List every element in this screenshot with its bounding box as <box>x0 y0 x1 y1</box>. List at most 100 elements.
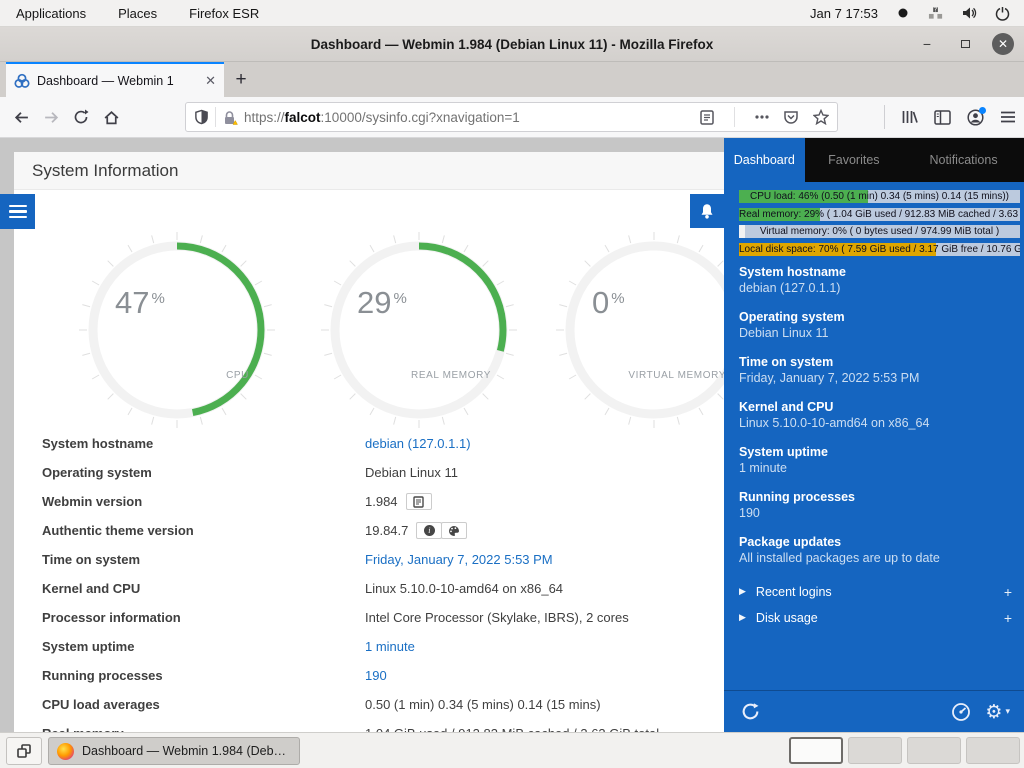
workspace-3[interactable] <box>907 737 961 764</box>
meter-text: Virtual memory: 0% ( 0 bytes used / 974.… <box>739 225 1020 238</box>
sidebar-section-value: Debian Linux 11 <box>739 325 1014 342</box>
row-value-text: Intel Core Processor (Skylake, IBRS), 2 … <box>365 610 629 625</box>
row-value-link[interactable]: debian (127.0.1.1) <box>365 436 471 451</box>
webmin-menu-toggle-button[interactable] <box>0 194 35 229</box>
release-notes-button[interactable] <box>406 493 432 510</box>
taskbar-window-button[interactable]: Dashboard — Webmin 1.984 (Deb… <box>48 737 300 765</box>
palette-button[interactable] <box>441 522 467 539</box>
insecure-lock-icon[interactable] <box>222 110 238 125</box>
app-menu-icon[interactable] <box>1000 111 1016 123</box>
expand-plus-icon[interactable]: + <box>1004 584 1012 600</box>
power-icon[interactable] <box>994 5 1010 21</box>
workspace-4[interactable] <box>966 737 1020 764</box>
sidebar-section: Time on systemFriday, January 7, 2022 5:… <box>739 354 1014 387</box>
sidebar-tab-favorites[interactable]: Favorites <box>805 138 904 182</box>
gauge-cpu: 47%CPU <box>77 230 277 430</box>
show-desktop-button[interactable] <box>6 737 42 765</box>
row-label: Processor information <box>42 610 181 625</box>
sidebar-section-value: Linux 5.10.0-10-amd64 on x86_64 <box>739 415 1014 432</box>
workspace-2[interactable] <box>848 737 902 764</box>
firefox-tab-bar: Dashboard — Webmin 1 ✕ + <box>0 62 1024 97</box>
row-value-text: Friday, January 7, 2022 5:53 PM <box>365 552 553 567</box>
row-value-link[interactable]: 1 minute <box>365 639 415 654</box>
topbar-menu-applications[interactable]: Applications <box>0 0 102 26</box>
sidebar-tab-dashboard[interactable]: Dashboard <box>724 138 805 182</box>
svg-text:?: ? <box>934 7 937 14</box>
sidebar-toggle-icon[interactable] <box>934 110 951 125</box>
record-dot-icon <box>895 5 911 21</box>
tab-dashboard[interactable]: Dashboard — Webmin 1 ✕ <box>6 62 224 97</box>
reload-button[interactable] <box>66 102 96 132</box>
reader-view-icon[interactable] <box>700 110 714 125</box>
row-buttons: i <box>416 522 467 539</box>
sidebar-collapsibles: ▶Recent logins+▶ Disk usage + <box>739 579 1012 631</box>
topbar-menu-firefox-esr[interactable]: Firefox ESR <box>173 0 275 26</box>
sidebar-info: System hostnamedebian (127.0.1.1)Operati… <box>739 264 1014 579</box>
gauge-value: 47% <box>115 285 165 321</box>
row-value-link[interactable]: 190 <box>365 668 387 683</box>
tab-close-icon[interactable]: ✕ <box>205 73 216 89</box>
sidebar-section-label: Package updates <box>739 534 1014 550</box>
home-button[interactable] <box>96 102 126 132</box>
row-value-text: Linux 5.10.0-10-amd64 on x86_64 <box>365 581 563 596</box>
url-bar[interactable]: https://falcot:10000/sysinfo.cgi?xnaviga… <box>185 102 838 132</box>
maximize-button[interactable] <box>954 33 976 55</box>
pocket-icon[interactable] <box>783 109 799 125</box>
gauge-unit: % <box>151 290 164 307</box>
meter-text: CPU load: 46% (0.50 (1 min) 0.34 (5 mins… <box>739 190 1020 203</box>
row-label: System hostname <box>42 436 153 451</box>
dashboard-gauge-icon[interactable] <box>951 702 971 722</box>
gauge-label: VIRTUAL MEMORY <box>628 370 726 381</box>
close-window-button[interactable]: ✕ <box>992 33 1014 55</box>
table-row: System hostname debian (127.0.1.1) <box>14 429 724 458</box>
expand-plus-icon[interactable]: + <box>1004 610 1012 626</box>
gauge-label: REAL MEMORY <box>411 370 491 381</box>
sidebar-section-value: Friday, January 7, 2022 5:53 PM <box>739 370 1014 387</box>
sidebar-section-value: 1 minute <box>739 460 1014 477</box>
library-icon[interactable] <box>901 109 918 125</box>
sidebar-section-label: System uptime <box>739 444 1014 460</box>
bookmark-star-icon[interactable] <box>813 109 829 125</box>
page-actions-menu-icon[interactable] <box>755 115 769 119</box>
row-label: Kernel and CPU <box>42 581 140 596</box>
url-text[interactable]: https://falcot:10000/sysinfo.cgi?xnaviga… <box>244 110 520 125</box>
notifications-bell-button[interactable] <box>690 194 724 228</box>
caret-right-icon: ▶ <box>739 587 746 597</box>
new-tab-button[interactable]: + <box>224 62 258 97</box>
sidebar-meters: CPU load: 46% (0.50 (1 min) 0.34 (5 mins… <box>739 190 1020 260</box>
table-row: Kernel and CPU Linux 5.10.0-10-amd64 on x… <box>14 574 724 603</box>
network-status-icon[interactable]: ? <box>928 5 944 21</box>
gnome-taskbar: Dashboard — Webmin 1.984 (Deb… <box>0 732 1024 768</box>
sidebar-section-label: Running processes <box>739 489 1014 505</box>
meter-bar: Local disk space: 70% ( 7.59 GiB used / … <box>739 243 1020 256</box>
account-icon[interactable] <box>967 109 984 126</box>
row-value-link[interactable]: Friday, January 7, 2022 5:53 PM <box>365 552 553 567</box>
browser-viewport: System Information 47%CPU29%REAL MEMORY0… <box>0 138 1024 732</box>
row-value-text: 19.84.7 <box>365 523 408 538</box>
back-button[interactable] <box>6 102 36 132</box>
table-row: Operating systemDebian Linux 11 <box>14 458 724 487</box>
row-buttons <box>406 493 432 510</box>
tracking-shield-icon[interactable] <box>194 109 209 125</box>
refresh-icon[interactable] <box>740 701 761 722</box>
gauge-unit: % <box>611 290 624 307</box>
row-value-text: debian (127.0.1.1) <box>365 436 471 451</box>
minimize-button[interactable]: − <box>916 33 938 55</box>
settings-gear-button[interactable]: ⚙ ▾ <box>985 701 1010 723</box>
collapsible-disk-usage[interactable]: ▶Disk usage+ <box>739 605 1012 631</box>
firefox-titlebar[interactable]: Dashboard — Webmin 1.984 (Debian Linux 1… <box>0 27 1024 62</box>
forward-button[interactable] <box>36 102 66 132</box>
volume-icon[interactable] <box>961 5 977 21</box>
topbar-menu-places[interactable]: Places <box>102 0 173 26</box>
gauge-number: 47 <box>115 285 149 320</box>
clock[interactable]: Jan 7 17:53 <box>810 6 878 21</box>
sidebar-tab-notifications[interactable]: Notifications <box>903 138 1024 182</box>
collapsible-label: Disk usage <box>756 611 818 625</box>
row-value: 19.84.7 i <box>365 522 467 539</box>
taskbar-window-label: Dashboard — Webmin 1.984 (Deb… <box>82 744 286 758</box>
workspace-1[interactable] <box>789 737 843 764</box>
gauge-real-memory: 29%REAL MEMORY <box>319 230 519 430</box>
collapsible-recent-logins[interactable]: ▶Recent logins+ <box>739 579 1012 605</box>
info-button[interactable]: i <box>416 522 442 539</box>
webmin-sidebar: DashboardFavoritesNotifications CPU load… <box>724 138 1024 732</box>
